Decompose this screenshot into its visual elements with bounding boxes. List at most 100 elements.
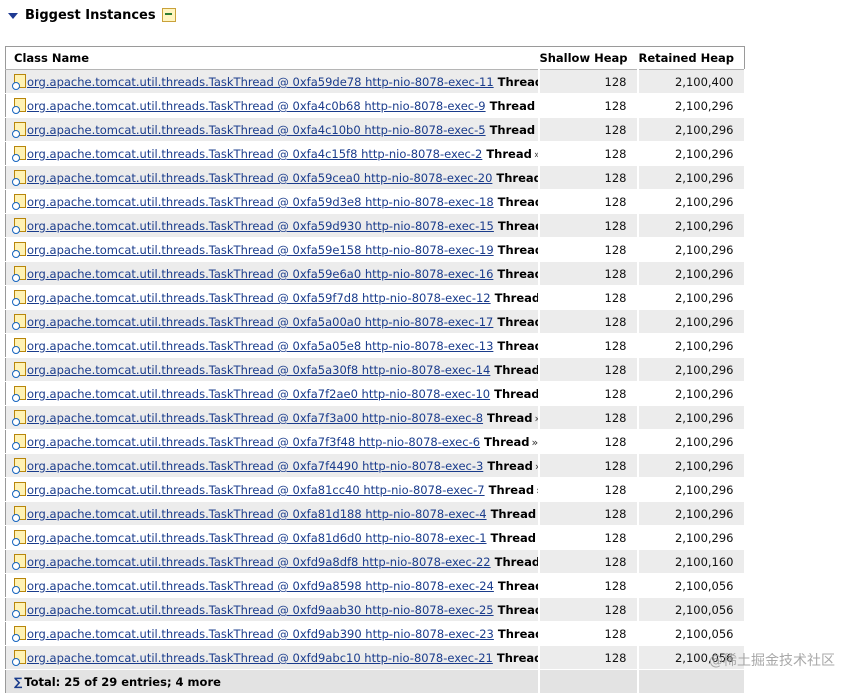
column-header-shallow-heap[interactable]: Shallow Heap xyxy=(539,47,638,70)
object-link[interactable]: org.apache.tomcat.util.threads.TaskThrea… xyxy=(27,435,480,449)
object-link[interactable]: org.apache.tomcat.util.threads.TaskThrea… xyxy=(27,339,493,353)
table-row[interactable]: org.apache.tomcat.util.threads.TaskThrea… xyxy=(6,550,745,574)
object-link[interactable]: org.apache.tomcat.util.threads.TaskThrea… xyxy=(27,555,491,569)
more-icon[interactable]: » xyxy=(532,436,539,449)
retained-heap-cell: 2,100,296 xyxy=(638,454,745,478)
shallow-heap-cell: 128 xyxy=(539,622,638,646)
table-row[interactable]: org.apache.tomcat.util.threads.TaskThrea… xyxy=(6,406,745,430)
table-row[interactable]: org.apache.tomcat.util.threads.TaskThrea… xyxy=(6,70,745,94)
table-row[interactable]: org.apache.tomcat.util.threads.TaskThrea… xyxy=(6,622,745,646)
help-icon[interactable] xyxy=(162,8,176,22)
class-name-cell: org.apache.tomcat.util.threads.TaskThrea… xyxy=(6,622,539,646)
object-instance-icon xyxy=(14,482,26,496)
object-link[interactable]: org.apache.tomcat.util.threads.TaskThrea… xyxy=(27,531,487,545)
table-row[interactable]: org.apache.tomcat.util.threads.TaskThrea… xyxy=(6,190,745,214)
object-link[interactable]: org.apache.tomcat.util.threads.TaskThrea… xyxy=(27,411,483,425)
total-retained-cell xyxy=(638,670,745,694)
thread-label: Thread xyxy=(498,219,539,233)
object-link[interactable]: org.apache.tomcat.util.threads.TaskThrea… xyxy=(27,483,485,497)
object-instance-icon xyxy=(14,530,26,544)
object-link[interactable]: org.apache.tomcat.util.threads.TaskThrea… xyxy=(27,651,493,665)
table-row[interactable]: org.apache.tomcat.util.threads.TaskThrea… xyxy=(6,238,745,262)
object-link[interactable]: org.apache.tomcat.util.threads.TaskThrea… xyxy=(27,387,490,401)
retained-heap-cell: 2,100,296 xyxy=(638,478,745,502)
object-link[interactable]: org.apache.tomcat.util.threads.TaskThrea… xyxy=(27,147,482,161)
object-link[interactable]: org.apache.tomcat.util.threads.TaskThrea… xyxy=(27,171,492,185)
class-name-cell: org.apache.tomcat.util.threads.TaskThrea… xyxy=(6,118,539,142)
class-name-cell: org.apache.tomcat.util.threads.TaskThrea… xyxy=(6,358,539,382)
thread-label: Thread xyxy=(489,483,535,497)
table-row[interactable]: org.apache.tomcat.util.threads.TaskThrea… xyxy=(6,574,745,598)
object-link[interactable]: org.apache.tomcat.util.threads.TaskThrea… xyxy=(27,219,494,233)
object-link[interactable]: org.apache.tomcat.util.threads.TaskThrea… xyxy=(27,315,493,329)
object-link[interactable]: org.apache.tomcat.util.threads.TaskThrea… xyxy=(27,627,494,641)
table-row[interactable]: org.apache.tomcat.util.threads.TaskThrea… xyxy=(6,118,745,142)
table-row[interactable]: org.apache.tomcat.util.threads.TaskThrea… xyxy=(6,502,745,526)
table-row[interactable]: org.apache.tomcat.util.threads.TaskThrea… xyxy=(6,454,745,478)
table-row[interactable]: org.apache.tomcat.util.threads.TaskThrea… xyxy=(6,214,745,238)
retained-heap-cell: 2,100,296 xyxy=(638,502,745,526)
shallow-heap-cell: 128 xyxy=(539,214,638,238)
object-link[interactable]: org.apache.tomcat.util.threads.TaskThrea… xyxy=(27,195,494,209)
thread-label: Thread xyxy=(491,507,537,521)
object-link[interactable]: org.apache.tomcat.util.threads.TaskThrea… xyxy=(27,507,487,521)
retained-heap-cell: 2,100,296 xyxy=(638,382,745,406)
object-instance-icon xyxy=(14,170,26,184)
retained-heap-cell: 2,100,296 xyxy=(638,262,745,286)
thread-label: Thread xyxy=(494,363,538,377)
object-instance-icon xyxy=(14,218,26,232)
retained-heap-cell: 2,100,296 xyxy=(638,238,745,262)
object-link[interactable]: org.apache.tomcat.util.threads.TaskThrea… xyxy=(27,459,483,473)
retained-heap-cell: 2,100,296 xyxy=(638,526,745,550)
object-instance-icon xyxy=(14,506,26,520)
table-row[interactable]: org.apache.tomcat.util.threads.TaskThrea… xyxy=(6,526,745,550)
object-instance-icon xyxy=(14,194,26,208)
object-link[interactable]: org.apache.tomcat.util.threads.TaskThrea… xyxy=(27,99,486,113)
retained-heap-cell: 2,100,296 xyxy=(638,142,745,166)
object-instance-icon xyxy=(14,122,26,136)
object-link[interactable]: org.apache.tomcat.util.threads.TaskThrea… xyxy=(27,603,494,617)
section-header[interactable]: Biggest Instances xyxy=(8,4,176,26)
retained-heap-cell: 2,100,296 xyxy=(638,358,745,382)
shallow-heap-cell: 128 xyxy=(539,550,638,574)
thread-label: Thread xyxy=(486,147,532,161)
shallow-heap-cell: 128 xyxy=(539,334,638,358)
table-row[interactable]: org.apache.tomcat.util.threads.TaskThrea… xyxy=(6,478,745,502)
table-row[interactable]: org.apache.tomcat.util.threads.TaskThrea… xyxy=(6,382,745,406)
object-link[interactable]: org.apache.tomcat.util.threads.TaskThrea… xyxy=(27,363,490,377)
shallow-heap-cell: 128 xyxy=(539,70,638,94)
object-link[interactable]: org.apache.tomcat.util.threads.TaskThrea… xyxy=(27,123,486,137)
table-row[interactable]: org.apache.tomcat.util.threads.TaskThrea… xyxy=(6,262,745,286)
shallow-heap-cell: 128 xyxy=(539,430,638,454)
table-row[interactable]: org.apache.tomcat.util.threads.TaskThrea… xyxy=(6,142,745,166)
table-row[interactable]: org.apache.tomcat.util.threads.TaskThrea… xyxy=(6,286,745,310)
table-row[interactable]: org.apache.tomcat.util.threads.TaskThrea… xyxy=(6,358,745,382)
object-instance-icon xyxy=(14,362,26,376)
object-instance-icon xyxy=(14,626,26,640)
object-link[interactable]: org.apache.tomcat.util.threads.TaskThrea… xyxy=(27,291,491,305)
class-name-cell: org.apache.tomcat.util.threads.TaskThrea… xyxy=(6,334,539,358)
table-row[interactable]: org.apache.tomcat.util.threads.TaskThrea… xyxy=(6,598,745,622)
object-instance-icon xyxy=(14,386,26,400)
collapse-triangle-icon[interactable] xyxy=(8,13,18,19)
table-row[interactable]: org.apache.tomcat.util.threads.TaskThrea… xyxy=(6,646,745,670)
retained-heap-cell: 2,100,296 xyxy=(638,286,745,310)
object-link[interactable]: org.apache.tomcat.util.threads.TaskThrea… xyxy=(27,75,494,89)
object-link[interactable]: org.apache.tomcat.util.threads.TaskThrea… xyxy=(27,579,494,593)
retained-heap-cell: 2,100,160 xyxy=(638,550,745,574)
object-instance-icon xyxy=(14,338,26,352)
object-link[interactable]: org.apache.tomcat.util.threads.TaskThrea… xyxy=(27,243,494,257)
table-row[interactable]: org.apache.tomcat.util.threads.TaskThrea… xyxy=(6,310,745,334)
thread-label: Thread xyxy=(498,627,539,641)
object-instance-icon xyxy=(14,578,26,592)
object-instance-icon xyxy=(14,98,26,112)
table-row[interactable]: org.apache.tomcat.util.threads.TaskThrea… xyxy=(6,430,745,454)
table-row[interactable]: org.apache.tomcat.util.threads.TaskThrea… xyxy=(6,166,745,190)
table-row[interactable]: org.apache.tomcat.util.threads.TaskThrea… xyxy=(6,94,745,118)
column-header-class-name[interactable]: Class Name xyxy=(6,47,539,70)
table-body: org.apache.tomcat.util.threads.TaskThrea… xyxy=(6,70,745,694)
object-link[interactable]: org.apache.tomcat.util.threads.TaskThrea… xyxy=(27,267,493,281)
table-row[interactable]: org.apache.tomcat.util.threads.TaskThrea… xyxy=(6,334,745,358)
column-header-retained-heap[interactable]: Retained Heap xyxy=(638,47,745,70)
shallow-heap-cell: 128 xyxy=(539,310,638,334)
